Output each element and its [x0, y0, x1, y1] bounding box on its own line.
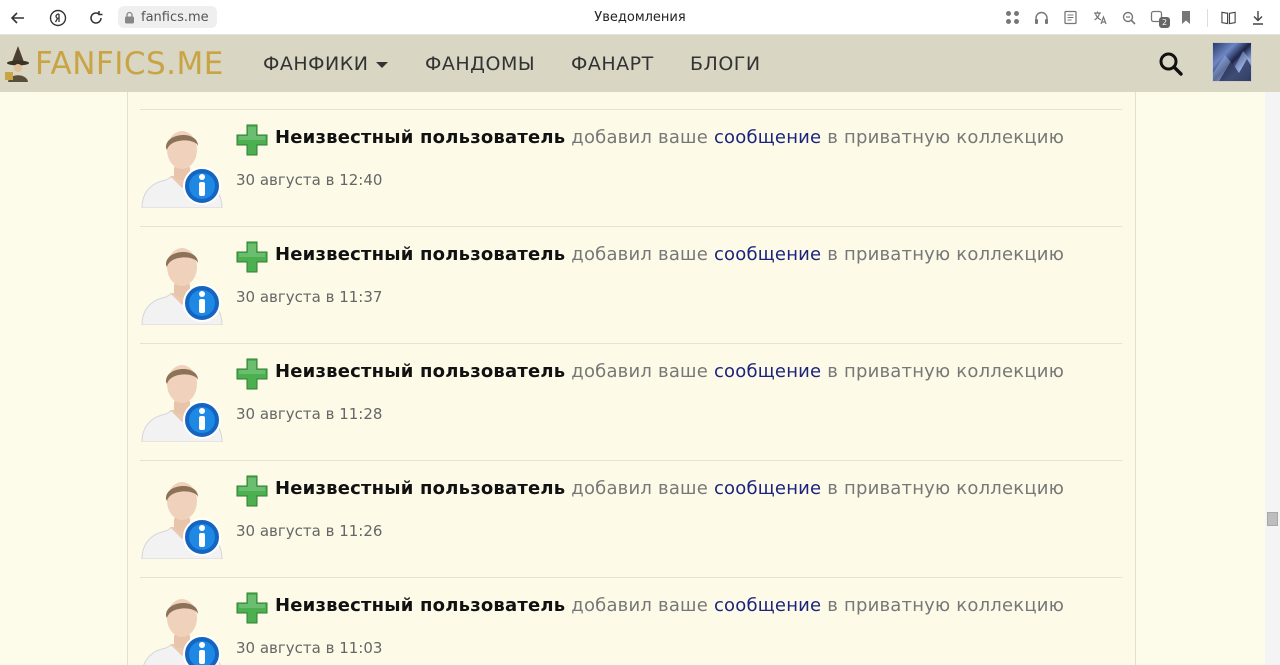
wizard-logo-icon: [5, 46, 29, 82]
notification-action: добавил ваше: [571, 478, 709, 499]
user-info-icon: [140, 124, 224, 208]
notification-message-link[interactable]: сообщение: [714, 361, 821, 382]
notification-item: Неизвестный пользователь добавил ваше со…: [140, 577, 1122, 665]
notification-target: в приватную коллекцию: [827, 361, 1065, 382]
user-info-icon: [140, 475, 224, 559]
notification-user[interactable]: Неизвестный пользователь: [275, 478, 565, 499]
zoom-icon[interactable]: [1120, 10, 1136, 25]
extensions-icon[interactable]: 2: [1149, 10, 1170, 28]
notification-date: 30 августа в 11:03: [236, 639, 383, 657]
notification-text: Неизвестный пользователь добавил ваше со…: [275, 244, 1064, 265]
notification-item: Неизвестный пользователь добавил ваше со…: [140, 460, 1122, 577]
apps-grid-icon[interactable]: [1004, 10, 1020, 25]
notification-date: 30 августа в 11:28: [236, 405, 383, 423]
user-info-icon: [140, 358, 224, 442]
notification-text: Неизвестный пользователь добавил ваше со…: [275, 478, 1064, 499]
address-bar[interactable]: fanfics.me: [118, 6, 217, 28]
browser-toolbar: fanfics.me Уведомления 2: [0, 0, 1280, 35]
notification-action: добавил ваше: [571, 361, 709, 382]
page-scrollbar[interactable]: [1265, 92, 1280, 665]
site-logo[interactable]: FANFICS.ME: [4, 43, 224, 85]
plus-icon: [236, 475, 268, 507]
notification-target: в приватную коллекцию: [827, 127, 1065, 148]
collections-icon[interactable]: [1221, 10, 1237, 25]
notification-target: в приватную коллекцию: [827, 595, 1065, 616]
notification-date: 30 августа в 11:37: [236, 288, 383, 306]
notification-target: в приватную коллекцию: [827, 478, 1065, 499]
notification-item: Неизвестный пользователь добавил ваше со…: [140, 226, 1122, 343]
lock-icon: [125, 11, 134, 23]
notification-date: 30 августа в 12:40: [236, 171, 383, 189]
url-text: fanfics.me: [141, 9, 209, 25]
search-icon[interactable]: [1158, 51, 1184, 77]
user-info-icon: [140, 592, 224, 665]
nav-blogs[interactable]: БЛОГИ: [690, 35, 761, 92]
nav-fandoms[interactable]: ФАНДОМЫ: [425, 35, 535, 92]
reload-icon[interactable]: [86, 0, 106, 35]
notification-message-link[interactable]: сообщение: [714, 244, 821, 265]
notification-date: 30 августа в 11:26: [236, 522, 383, 540]
user-avatar[interactable]: [1212, 42, 1252, 82]
plus-icon: [236, 124, 268, 156]
notification-action: добавил ваше: [571, 127, 709, 148]
extensions-badge: 2: [1159, 17, 1170, 28]
notification-message-link[interactable]: сообщение: [714, 478, 821, 499]
content-top: [140, 92, 1122, 93]
headphones-icon[interactable]: [1033, 10, 1049, 25]
notification-item: Неизвестный пользователь добавил ваше со…: [140, 343, 1122, 460]
caret-down-icon: [376, 61, 389, 68]
notification-action: добавил ваше: [571, 595, 709, 616]
bookmark-icon[interactable]: [1178, 10, 1194, 25]
site-navbar: FANFICS.ME ФАНФИКИ ФАНДОМЫ ФАНАРТ БЛОГИ: [0, 35, 1280, 92]
notification-target: в приватную коллекцию: [827, 244, 1065, 265]
download-icon[interactable]: [1250, 10, 1266, 25]
back-arrow-icon[interactable]: [8, 0, 28, 35]
notification-text: Неизвестный пользователь добавил ваше со…: [275, 361, 1064, 382]
notification-item: Неизвестный пользователь добавил ваше со…: [140, 109, 1122, 226]
reader-mode-icon[interactable]: [1062, 10, 1078, 25]
plus-icon: [236, 358, 268, 390]
notification-message-link[interactable]: сообщение: [714, 595, 821, 616]
notification-user[interactable]: Неизвестный пользователь: [275, 127, 565, 148]
plus-icon: [236, 241, 268, 273]
translate-icon[interactable]: [1091, 10, 1107, 25]
nav-fanart[interactable]: ФАНАРТ: [571, 35, 654, 92]
notification-text: Неизвестный пользователь добавил ваше со…: [275, 595, 1064, 616]
notification-text: Неизвестный пользователь добавил ваше со…: [275, 127, 1064, 148]
notification-action: добавил ваше: [571, 244, 709, 265]
toolbar-divider: [1207, 8, 1208, 27]
notification-user[interactable]: Неизвестный пользователь: [275, 595, 565, 616]
scrollbar-thumb[interactable]: [1267, 512, 1278, 526]
user-info-icon: [140, 241, 224, 325]
notification-user[interactable]: Неизвестный пользователь: [275, 244, 565, 265]
notification-message-link[interactable]: сообщение: [714, 127, 821, 148]
plus-icon: [236, 592, 268, 624]
nav-fanfics-label: ФАНФИКИ: [263, 52, 369, 75]
notification-user[interactable]: Неизвестный пользователь: [275, 361, 565, 382]
nav-fanfics[interactable]: ФАНФИКИ: [263, 35, 389, 92]
yandex-icon[interactable]: [47, 0, 69, 35]
logo-text: FANFICS.ME: [35, 46, 224, 82]
